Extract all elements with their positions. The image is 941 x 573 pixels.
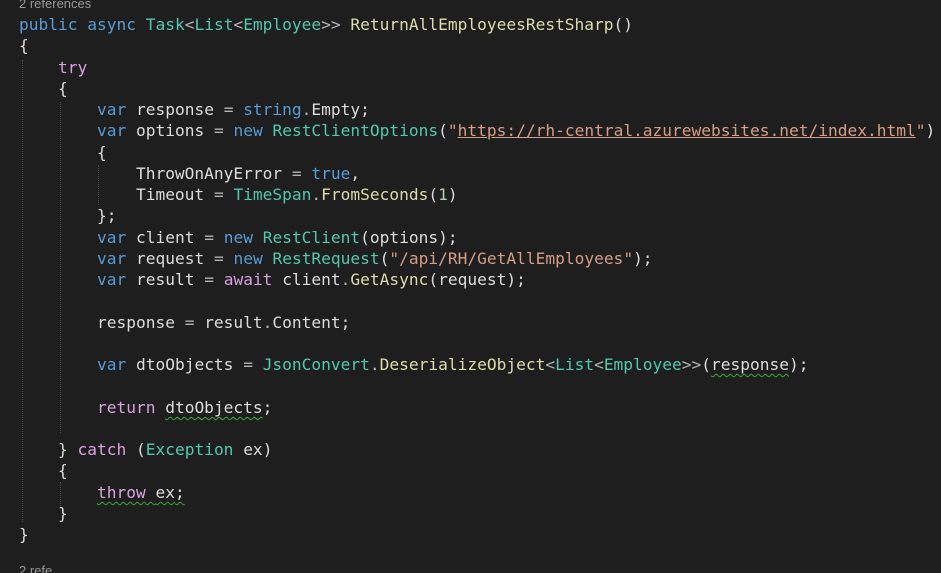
identifier-token: ThrowOnAnyError xyxy=(135,164,283,183)
type-token: RestClientOptions xyxy=(272,121,439,140)
keyword-token: var xyxy=(96,100,127,119)
keyword-token: new xyxy=(223,228,253,247)
url-link[interactable]: https://rh-central.azurewebsites.net/ind… xyxy=(458,121,916,140)
identifier-token-warning[interactable]: dtoObjects xyxy=(165,398,262,417)
identifier-token: options xyxy=(135,121,205,140)
identifier-token: request xyxy=(438,270,507,289)
code-line-signature: public async Task<List<Employee>> Return… xyxy=(19,15,634,34)
identifier-token: result xyxy=(204,313,263,332)
method-token: GetAsync xyxy=(350,270,429,289)
type-token: JsonConvert xyxy=(262,355,370,374)
code-line: var response = string.Empty; xyxy=(96,100,370,119)
codelens-references-next[interactable]: 2 refe xyxy=(19,563,52,573)
identifier-token: Empty xyxy=(311,100,361,119)
codelens-references[interactable]: 2 references xyxy=(19,0,91,11)
code-line: var client = new RestClient(options); xyxy=(96,228,458,247)
keyword-token: var xyxy=(96,121,127,140)
code-line: } xyxy=(57,504,68,523)
code-line: { xyxy=(57,461,68,480)
type-token: Employee xyxy=(603,355,682,374)
code-line: { xyxy=(96,143,107,162)
keyword-token: new xyxy=(233,249,263,268)
keyword-token: var xyxy=(96,355,127,374)
identifier-token: result xyxy=(135,270,195,289)
code-line: var request = new RestRequest("/api/RH/G… xyxy=(96,249,653,268)
keyword-token: await xyxy=(223,270,273,289)
identifier-token: response xyxy=(96,313,175,332)
identifier-token: Timeout xyxy=(135,185,205,204)
keyword-token: var xyxy=(96,249,127,268)
method-token: FromSeconds xyxy=(321,185,429,204)
code-line: var dtoObjects = JsonConvert.Deserialize… xyxy=(96,355,809,374)
code-line-try: try xyxy=(19,57,87,78)
number-token: 1 xyxy=(438,185,448,204)
keyword-token: new xyxy=(233,121,263,140)
type-token: RestClient xyxy=(262,228,361,247)
identifier-token-warning[interactable]: response xyxy=(711,355,789,374)
keyword-token: string xyxy=(243,100,302,119)
type-token: TimeSpan xyxy=(233,185,312,204)
code-line: { xyxy=(57,79,68,98)
identifier-token: request xyxy=(135,249,205,268)
code-line: return dtoObjects; xyxy=(96,398,273,417)
keyword-token: var xyxy=(96,228,127,247)
string-token: /api/RH/GetAllEmployees xyxy=(399,249,624,268)
keyword-token: var xyxy=(96,270,127,289)
identifier-token: ex xyxy=(243,440,263,459)
identifier-token: options xyxy=(369,228,439,247)
keyword-token: async xyxy=(87,15,136,34)
code-line: }; xyxy=(96,206,117,225)
keyword-token: true xyxy=(311,164,351,183)
identifier-token: dtoObjects xyxy=(135,355,234,374)
code-editor[interactable]: 2 references public async Task<List<Empl… xyxy=(0,0,941,573)
code-line: var options = new RestClientOptions("htt… xyxy=(96,121,936,140)
identifier-token: ex xyxy=(155,483,175,502)
identifier-token: Content xyxy=(272,313,341,332)
keyword-token: return xyxy=(96,398,156,417)
type-token: List xyxy=(194,15,234,34)
identifier-token: response xyxy=(135,100,214,119)
keyword-token: throw xyxy=(96,483,146,502)
type-token: List xyxy=(555,355,595,374)
identifier-token: client xyxy=(135,228,195,247)
keyword-token: catch xyxy=(77,440,127,459)
code-line: ThrowOnAnyError = true, xyxy=(135,164,361,183)
code-line: response = result.Content; xyxy=(96,313,351,332)
keyword-token: public xyxy=(19,15,78,34)
identifier-token: client xyxy=(282,270,341,289)
code-line: var result = await client.GetAsync(reque… xyxy=(96,270,526,289)
method-name: ReturnAllEmployeesRestSharp xyxy=(350,15,614,34)
code-line: { xyxy=(19,36,29,55)
code-line: throw ex; xyxy=(96,483,185,502)
code-line: } xyxy=(19,525,29,544)
type-token: Employee xyxy=(243,15,322,34)
code-line-catch: } catch (Exception ex) xyxy=(57,440,273,459)
code-line: Timeout = TimeSpan.FromSeconds(1) xyxy=(135,185,458,204)
method-token: DeserializeObject xyxy=(379,355,546,374)
type-token: RestRequest xyxy=(272,249,380,268)
keyword-token: try xyxy=(57,58,88,77)
type-token: Task xyxy=(145,15,185,34)
type-token: Exception xyxy=(145,440,234,459)
